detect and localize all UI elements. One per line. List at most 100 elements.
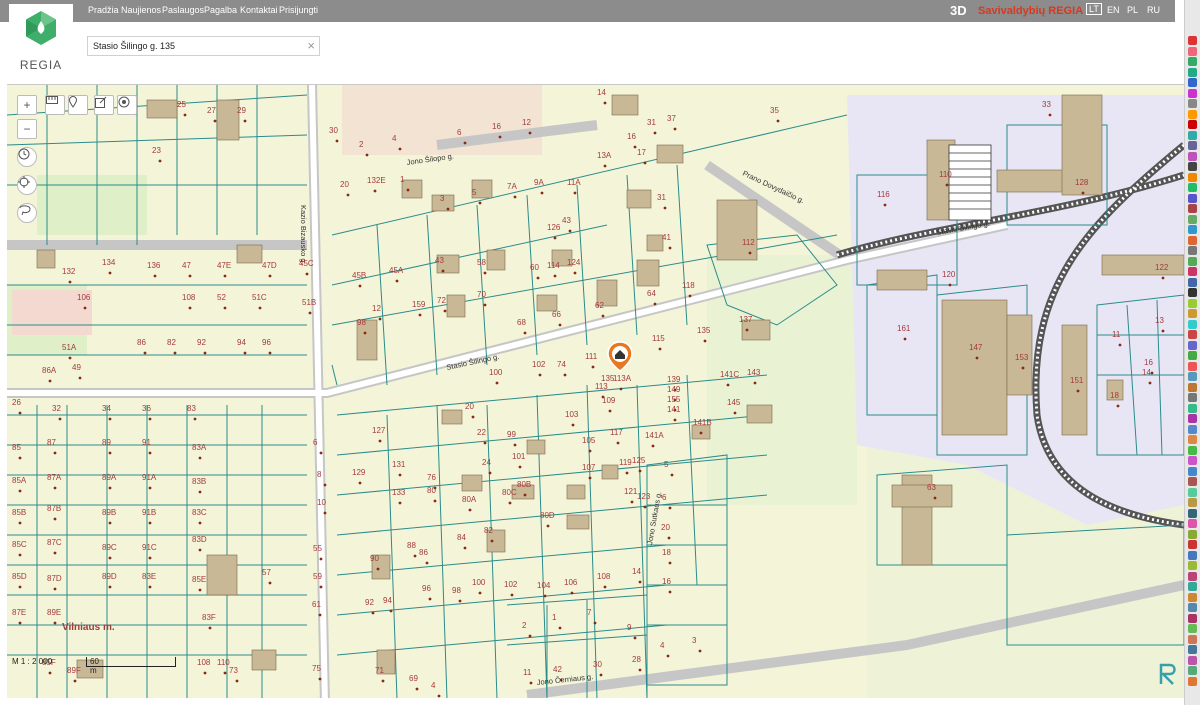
sidebar-app-icon[interactable] [1188,141,1197,150]
sidebar-app-icon[interactable] [1188,435,1197,444]
sidebar-app-icon[interactable] [1188,645,1197,654]
sidebar-app-icon[interactable] [1188,540,1197,549]
sidebar-app-icon[interactable] [1188,36,1197,45]
gps-button[interactable] [17,175,37,195]
sidebar-app-icon[interactable] [1188,256,1197,266]
marker-button[interactable] [68,95,88,115]
parcel-label: 141A [645,431,664,440]
sidebar-app-icon[interactable] [1188,550,1197,560]
sidebar-app-icon[interactable] [1188,162,1197,171]
parcel-centroid [673,418,677,422]
sidebar-app-icon[interactable] [1188,319,1197,329]
sidebar-app-icon[interactable] [1188,445,1197,455]
sidebar-app-icon[interactable] [1188,340,1197,350]
parcel-label: 11A [567,178,581,187]
lang-ru[interactable]: RU [1147,5,1160,15]
sidebar-app-icon[interactable] [1188,277,1197,287]
sidebar-app-icon[interactable] [1188,204,1197,213]
sidebar-app-icon[interactable] [1188,655,1197,665]
parcel-label: 14 [632,567,641,576]
sidebar-app-icon[interactable] [1188,183,1197,192]
sidebar-app-icon[interactable] [1188,67,1197,77]
parcel-label: 141B [693,418,712,427]
sidebar-app-icon[interactable] [1188,88,1197,98]
clear-search-icon[interactable]: × [307,38,315,53]
nav-item-pradzia[interactable]: Pradžia [88,5,119,15]
right-sidebar-strip [1184,0,1200,705]
sidebar-app-icon[interactable] [1188,130,1197,140]
sidebar-app-icon[interactable] [1188,498,1197,507]
sidebar-app-icon[interactable] [1188,613,1197,623]
sidebar-app-icon[interactable] [1188,676,1197,686]
sidebar-app-icon[interactable] [1188,151,1197,161]
sidebar-app-icon[interactable] [1188,561,1197,570]
lang-en[interactable]: EN [1107,5,1120,15]
sidebar-app-icon[interactable] [1188,624,1197,633]
sidebar-app-icon[interactable] [1188,120,1197,129]
parcel-centroid [478,591,482,595]
nav-item-pagalba[interactable]: Pagalba [204,5,237,15]
sidebar-app-icon[interactable] [1188,414,1197,423]
sidebar-app-icon[interactable] [1188,466,1197,476]
sidebar-app-icon[interactable] [1188,235,1197,245]
sidebar-app-icon[interactable] [1188,57,1197,66]
sidebar-app-icon[interactable] [1188,172,1197,182]
parcel-label: 129 [352,468,366,477]
sidebar-app-icon[interactable] [1188,298,1197,308]
sidebar-app-icon[interactable] [1188,382,1197,392]
parcel-centroid [1148,381,1152,385]
lang-lt[interactable]: LT [1086,3,1102,15]
lang-pl[interactable]: PL [1127,5,1138,15]
lasso-button[interactable] [17,203,37,223]
nav-item-paslaugos[interactable]: Paslaugos [162,5,204,15]
sidebar-app-icon[interactable] [1188,267,1197,276]
nav-item-prisijungti[interactable]: Prisijungti [279,5,318,15]
sidebar-app-icon[interactable] [1188,529,1197,539]
zoom-out-button[interactable]: − [17,119,37,139]
location-marker[interactable] [607,341,633,372]
sidebar-app-icon[interactable] [1188,214,1197,224]
parcel-centroid [18,489,22,493]
sidebar-app-icon[interactable] [1188,634,1197,644]
sidebar-app-icon[interactable] [1188,330,1197,339]
sidebar-app-icon[interactable] [1188,603,1197,612]
sidebar-app-icon[interactable] [1188,309,1197,318]
sidebar-app-icon[interactable] [1188,225,1197,234]
sidebar-app-icon[interactable] [1188,424,1197,434]
edit-button[interactable] [94,95,114,115]
brand-3d-link[interactable]: 3D [950,3,967,18]
sidebar-app-icon[interactable] [1188,99,1197,108]
sidebar-app-icon[interactable] [1188,288,1197,297]
sidebar-app-icon[interactable] [1188,351,1197,360]
sidebar-app-icon[interactable] [1188,592,1197,602]
sidebar-app-icon[interactable] [1188,519,1197,528]
locate-button[interactable] [117,95,137,115]
measure-button[interactable] [45,95,65,115]
sidebar-app-icon[interactable] [1188,403,1197,413]
parcel-label: 35 [770,106,779,115]
sidebar-app-icon[interactable] [1188,372,1197,381]
zoom-in-button[interactable]: + [17,95,37,115]
sidebar-app-icon[interactable] [1188,246,1197,255]
nav-item-kontaktai[interactable]: Kontaktai [240,5,278,15]
parcel-centroid [553,236,557,240]
regia-logo[interactable]: REGIA [9,4,73,74]
sidebar-app-icon[interactable] [1188,78,1197,87]
sidebar-app-icon[interactable] [1188,508,1197,518]
sidebar-app-icon[interactable] [1188,666,1197,675]
sidebar-app-icon[interactable] [1188,487,1197,497]
sidebar-app-icon[interactable] [1188,393,1197,402]
sidebar-app-icon[interactable] [1188,571,1197,581]
nav-item-naujienos[interactable]: Naujienos [121,5,161,15]
sidebar-app-icon[interactable] [1188,361,1197,371]
sidebar-app-icon[interactable] [1188,582,1197,591]
sidebar-app-icon[interactable] [1188,193,1197,203]
sidebar-app-icon[interactable] [1188,46,1197,56]
sidebar-app-icon[interactable] [1188,456,1197,465]
sidebar-app-icon[interactable] [1188,477,1197,486]
search-input[interactable]: Stasio Šilingo g. 135 × [87,36,320,56]
sidebar-app-icon[interactable] [1188,109,1197,119]
map-canvas[interactable]: 25 27 29 23 30 2 4 6 16 12 14 16 31 37 35 33 20 132E 1 3 5 7A… [7,84,1184,698]
history-button[interactable] [17,147,37,167]
map-svg[interactable]: 2527 29233024616 12141631 37353320 132E 1357A… [7,85,1184,698]
